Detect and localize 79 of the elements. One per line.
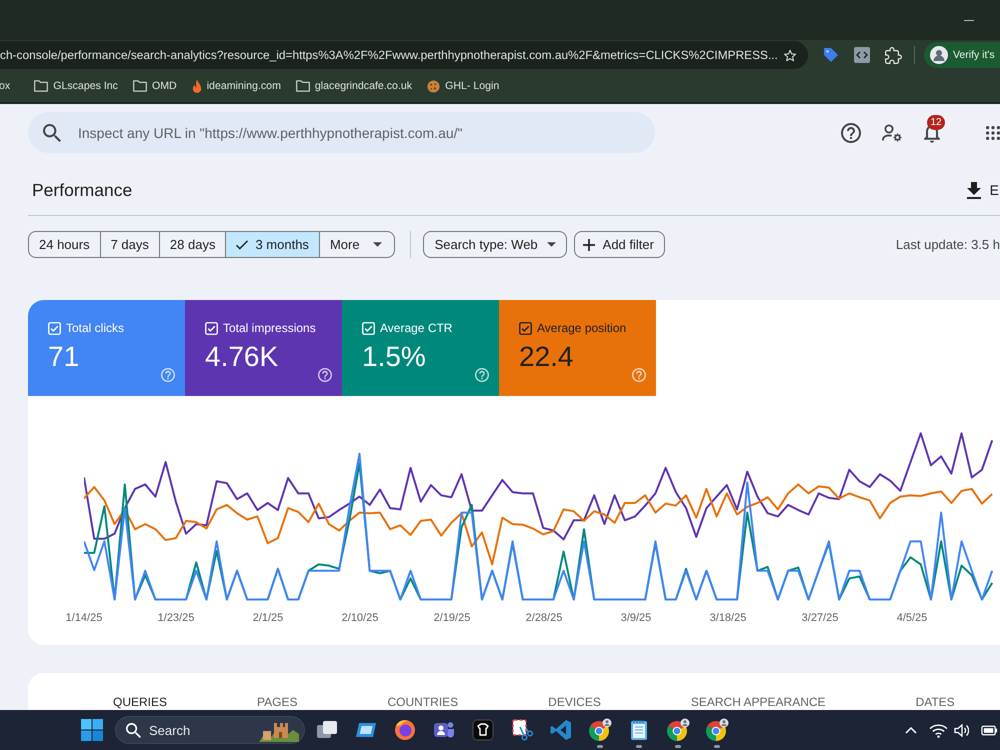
download-icon <box>966 182 981 198</box>
metric-label: Average CTR <box>380 321 452 335</box>
code-brackets-icon[interactable] <box>854 47 870 63</box>
browser-profile-icon[interactable] <box>666 718 690 742</box>
metric-label: Total impressions <box>223 321 316 335</box>
axis-label: 1/23/25 <box>158 612 194 624</box>
squares-icon[interactable] <box>81 719 103 741</box>
date-range-button[interactable]: 24 hours <box>28 231 101 258</box>
checkbox[interactable] <box>519 322 532 334</box>
folder-icon <box>34 80 48 92</box>
axis-label: 3/9/25 <box>620 612 652 624</box>
report-tab[interactable]: COUNTRIES <box>342 673 504 710</box>
search-type-button[interactable]: Search type: Web <box>422 231 567 258</box>
search-field[interactable]: Inspect any URL in "https://www.perthhypnotherapist.com.au/" <box>28 112 655 153</box>
volume-icon[interactable] <box>954 724 969 736</box>
wifi-icon[interactable] <box>929 722 948 738</box>
help-icon[interactable] <box>841 122 861 142</box>
export-button[interactable]: E <box>966 182 1000 198</box>
last-update-text: Last update: 3.5 h <box>896 237 1000 252</box>
report-tab[interactable]: SEARCH APPEARANCE <box>646 673 871 710</box>
search-icon <box>126 722 141 738</box>
metric-value: 1.5% <box>362 340 426 374</box>
axis-label: 2/19/25 <box>434 612 470 624</box>
bookmark-link[interactable]: OMD <box>132 80 177 92</box>
axis-label: 4/5/25 <box>896 612 928 624</box>
folder-icon <box>296 80 310 92</box>
shirt-tile-icon[interactable] <box>471 718 495 742</box>
check-icon <box>236 240 248 250</box>
report-tab[interactable]: DATES <box>870 673 1000 710</box>
star-icon[interactable] <box>784 48 796 62</box>
tag-icon[interactable] <box>823 47 839 63</box>
bookmark-link[interactable]: ideamining.com <box>192 79 281 93</box>
metric-value: 71 <box>48 340 80 374</box>
metric-value: 22.4 <box>519 340 574 374</box>
folder-icon <box>132 80 147 92</box>
axis-label: 3/27/25 <box>802 612 838 624</box>
search-icon <box>43 124 61 142</box>
date-range-button[interactable]: 7 days <box>100 231 160 258</box>
ring-icon[interactable] <box>393 718 417 742</box>
caret-icon <box>372 242 382 247</box>
axis-label: 1/14/25 <box>66 612 102 624</box>
axis-label: 2/10/25 <box>342 612 378 624</box>
battery-icon[interactable] <box>981 724 998 736</box>
person-gear-icon[interactable] <box>882 124 902 142</box>
axis-label: 2/28/25 <box>526 612 562 624</box>
chevron-up-icon[interactable] <box>905 726 917 734</box>
report-tab[interactable]: QUERIES <box>68 673 212 710</box>
metric-label: Average position <box>537 321 626 335</box>
add-filter-button[interactable]: Add filter <box>574 231 665 258</box>
bookmark-link[interactable]: GHL- Login <box>427 80 500 92</box>
scissors-icon[interactable] <box>510 718 534 742</box>
caret-icon <box>546 242 556 247</box>
report-tab[interactable]: PAGES <box>212 673 342 710</box>
notification-badge: 12 <box>927 114 945 130</box>
grid-icon[interactable] <box>986 126 1000 140</box>
metric-card[interactable]: Total impressions 4.76K <box>185 300 342 396</box>
flame-icon <box>192 79 202 93</box>
metric-value: 4.76K <box>205 340 278 374</box>
metric-label: Total clicks <box>66 321 124 335</box>
bookmark-link[interactable]: glacegrindcafe.co.uk <box>296 80 412 92</box>
address-field[interactable]: ch-console/performance/search-analytics?resource_id=https%3A%2F%2Fwww.perthhypnotherapist.com.au%2F&metrics=CLICKS%2CIMPRESS... <box>0 41 808 69</box>
cookie-icon <box>427 80 440 92</box>
axis-label: 2/1/25 <box>252 612 284 624</box>
browser-profile-icon[interactable] <box>705 718 729 742</box>
taskbar-search[interactable]: Search <box>115 716 305 744</box>
plus-icon <box>582 238 595 250</box>
avatar-icon <box>930 46 948 64</box>
browser-profile-icon[interactable] <box>588 718 612 742</box>
puzzle-icon[interactable] <box>885 46 902 64</box>
report-tab[interactable]: DEVICES <box>503 673 646 710</box>
page-title: Performance <box>32 180 132 200</box>
axis-label: 3/18/25 <box>710 612 746 624</box>
date-range-button[interactable]: 3 months <box>225 231 320 258</box>
profile-button[interactable]: Verify it's <box>924 42 1000 68</box>
more-button[interactable]: More <box>318 231 395 258</box>
ribbon-icon[interactable] <box>549 718 573 742</box>
bookmark-link[interactable]: GLscapes Inc <box>34 80 118 92</box>
help-icon[interactable] <box>318 368 332 382</box>
metric-card[interactable]: Average position 22.4 <box>499 300 656 396</box>
